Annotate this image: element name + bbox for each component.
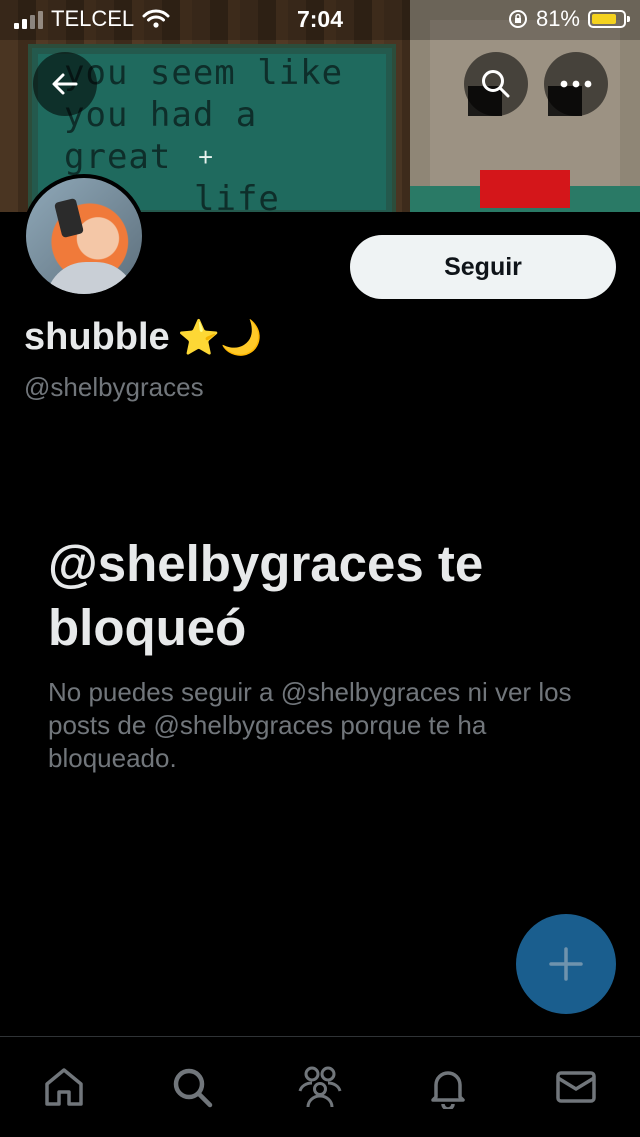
- tab-notifications[interactable]: [408, 1047, 488, 1127]
- search-icon: [173, 1068, 213, 1108]
- avatar-shirt: [46, 262, 136, 294]
- people-icon: [298, 1066, 342, 1108]
- avatar[interactable]: [22, 174, 146, 298]
- avatar-phone: [53, 197, 85, 239]
- status-bar: TELCEL 7:04 81%: [0, 0, 640, 40]
- plus-icon: [549, 947, 583, 981]
- home-icon: [45, 1068, 83, 1106]
- blocked-description: No puedes seguir a @shelbygraces ni ver …: [48, 677, 572, 773]
- arrow-left-icon: [52, 73, 78, 95]
- search-icon: [482, 70, 510, 98]
- crosshair-icon: +: [198, 142, 214, 172]
- profile-handle: @shelbygraces: [24, 372, 204, 402]
- battery-icon: [588, 10, 630, 28]
- display-name: shubble ⭐🌙: [24, 316, 262, 359]
- blocked-title: @shelbygraces te bloqueó: [48, 535, 484, 656]
- display-name-emoji: ⭐🌙: [177, 318, 263, 357]
- bell-icon: [431, 1071, 465, 1109]
- battery-percent: 81%: [535, 6, 580, 31]
- status-right: 81%: [508, 6, 630, 32]
- tab-communities[interactable]: [280, 1047, 360, 1127]
- mail-icon: [556, 1071, 596, 1103]
- character-mouth: [480, 170, 570, 208]
- compose-button[interactable]: [516, 914, 616, 1014]
- follow-button[interactable]: Seguir: [350, 235, 616, 299]
- battery-fill: [592, 14, 617, 24]
- more-button[interactable]: [544, 52, 608, 116]
- back-button[interactable]: [33, 52, 97, 116]
- tab-home[interactable]: [24, 1047, 104, 1127]
- search-button[interactable]: [464, 52, 528, 116]
- orientation-lock-icon: [508, 10, 527, 28]
- sign-line-1: you seem like: [64, 53, 344, 93]
- sign-line-2: you had a great: [64, 95, 258, 177]
- display-name-text: shubble: [24, 316, 170, 358]
- tab-bar: [0, 1036, 640, 1137]
- more-horizontal-icon: [560, 80, 592, 88]
- tab-explore[interactable]: [152, 1047, 232, 1127]
- tab-messages[interactable]: [536, 1047, 616, 1127]
